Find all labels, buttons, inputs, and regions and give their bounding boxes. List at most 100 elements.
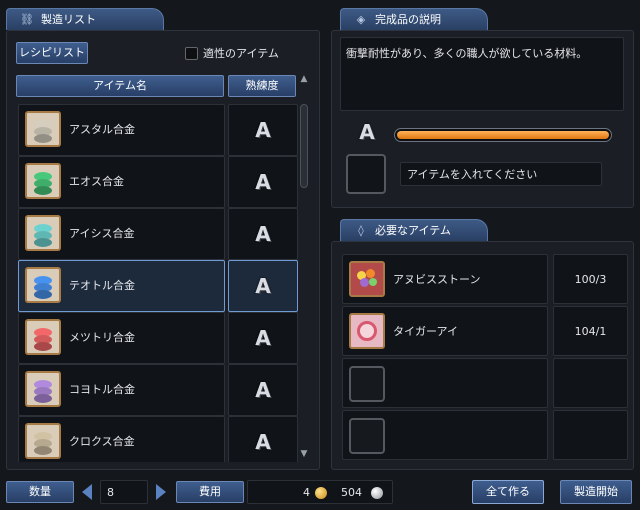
tab-recipe-list[interactable]: ⛓ 製造リスト [6, 8, 164, 30]
required-item-name-cell: アヌビスストーン [342, 254, 548, 304]
cost-display: 4 504 [247, 480, 393, 504]
required-item-name: アヌビスストーン [393, 273, 481, 286]
required-item-name-cell: タイガーアイ [342, 306, 548, 356]
quantity-label: 数量 [6, 481, 74, 503]
recipe-row[interactable]: メツトリ合金 A [18, 312, 298, 364]
recipe-name-cell[interactable]: アイシス合金 [18, 208, 225, 260]
description-text: 衝撃耐性があり、多くの職人が欲している材料。 [346, 47, 588, 60]
column-header-item-name[interactable]: アイテム名 [16, 75, 224, 97]
alloy-ingot-icon [25, 319, 61, 355]
recipe-proficiency-cell: A [228, 156, 298, 208]
alloy-ingot-icon [25, 111, 61, 147]
scroll-down-arrow[interactable]: ▼ [298, 448, 310, 460]
recipe-proficiency-cell: A [228, 260, 298, 312]
proficiency-gauge-fill [397, 131, 609, 139]
bag-icon: ◊ [358, 224, 364, 237]
suitable-items-checkbox[interactable] [185, 47, 198, 60]
recipe-name: アスタル合金 [69, 123, 135, 136]
proficiency-gauge [394, 128, 612, 142]
quantity-value: 8 [107, 486, 114, 499]
quantity-decrease-arrow[interactable] [80, 480, 94, 504]
required-item-name-cell [342, 358, 548, 408]
required-item-row [342, 410, 628, 460]
empty-item-slot[interactable] [349, 418, 385, 454]
recipe-row[interactable]: コヨトル合金 A [18, 364, 298, 416]
required-item-row: タイガーアイ 104/1 [342, 306, 628, 356]
proficiency-grade: A [255, 326, 271, 350]
description-box: 衝撃耐性があり、多くの職人が欲している材料。 [340, 37, 624, 111]
anubis-stone-icon [349, 261, 385, 297]
required-item-name: タイガーアイ [393, 325, 459, 338]
result-item-field: アイテムを入れてください [400, 162, 602, 186]
required-item-name-cell [342, 410, 548, 460]
proficiency-grade: A [255, 274, 271, 298]
quantity-input[interactable]: 8 [100, 480, 148, 504]
alloy-ingot-icon [25, 215, 61, 251]
cost-silver-value: 504 [341, 486, 362, 499]
start-production-button[interactable]: 製造開始 [560, 480, 632, 504]
recipe-name-cell[interactable]: テオトル合金 [18, 260, 225, 312]
suitable-items-label: 適性のアイテム [203, 47, 279, 60]
tab-product-description-label: 完成品の説明 [375, 13, 441, 26]
recipe-name: クロクス合金 [69, 435, 135, 448]
recipe-row[interactable]: テオトル合金 A [18, 260, 298, 312]
recipe-name: コヨトル合金 [69, 383, 135, 396]
tab-product-description: ◈ 完成品の説明 [340, 8, 488, 30]
cost-label: 費用 [176, 481, 244, 503]
recipe-name: アイシス合金 [69, 227, 135, 240]
make-all-button[interactable]: 全て作る [472, 480, 544, 504]
cost-gold-value: 4 [303, 486, 310, 499]
recipe-row[interactable]: エオス合金 A [18, 156, 298, 208]
recipe-name-cell[interactable]: アスタル合金 [18, 104, 225, 156]
proficiency-grade: A [255, 170, 271, 194]
recipe-name-cell[interactable]: コヨトル合金 [18, 364, 225, 416]
result-grade: A [359, 120, 375, 144]
link-icon: ⛓ [20, 13, 34, 26]
result-placeholder: アイテムを入れてください [407, 168, 538, 181]
proficiency-grade: A [255, 118, 271, 142]
alloy-ingot-icon [25, 423, 61, 459]
recipe-list: アスタル合金 A エオス合金 A アイシス合金 A テオトル合金 A メツトリ合金 A コヨトル合金… [18, 104, 298, 462]
recipe-proficiency-cell: A [228, 364, 298, 416]
required-item-count-cell: 100/3 [553, 254, 628, 304]
required-item-count-cell: 104/1 [553, 306, 628, 356]
recipe-name: エオス合金 [69, 175, 124, 188]
alloy-ingot-icon [25, 267, 61, 303]
recipe-name-cell[interactable]: エオス合金 [18, 156, 225, 208]
required-item-row [342, 358, 628, 408]
recipe-proficiency-cell: A [228, 416, 298, 462]
scrollbar-thumb[interactable] [300, 104, 308, 188]
quantity-increase-arrow[interactable] [154, 480, 168, 504]
tab-required-items: ◊ 必要なアイテム [340, 219, 488, 241]
required-items-list: アヌビスストーン 100/3 タイガーアイ 104/1 [342, 254, 628, 464]
recipe-proficiency-cell: A [228, 312, 298, 364]
result-item-slot[interactable] [346, 154, 386, 194]
gem-icon: ◈ [356, 13, 366, 26]
recipe-row[interactable]: アイシス合金 A [18, 208, 298, 260]
alloy-ingot-icon [25, 371, 61, 407]
recipe-name: メツトリ合金 [69, 331, 135, 344]
scroll-up-arrow[interactable]: ▲ [298, 73, 310, 85]
required-item-count-cell [553, 410, 628, 460]
recipe-list-button[interactable]: レシピリスト [16, 42, 88, 64]
recipe-row[interactable]: クロクス合金 A [18, 416, 298, 462]
tiger-eye-icon [349, 313, 385, 349]
empty-item-slot[interactable] [349, 366, 385, 402]
recipe-proficiency-cell: A [228, 208, 298, 260]
recipe-name: テオトル合金 [69, 279, 135, 292]
recipe-row[interactable]: アスタル合金 A [18, 104, 298, 156]
required-item-row: アヌビスストーン 100/3 [342, 254, 628, 304]
required-item-count-cell [553, 358, 628, 408]
alloy-ingot-icon [25, 163, 61, 199]
tab-recipe-list-label: 製造リスト [41, 13, 96, 26]
recipe-name-cell[interactable]: クロクス合金 [18, 416, 225, 462]
tab-required-items-label: 必要なアイテム [375, 224, 451, 237]
recipe-proficiency-cell: A [228, 104, 298, 156]
required-item-count: 104/1 [574, 325, 607, 338]
silver-coin-icon [371, 487, 383, 499]
column-header-proficiency[interactable]: 熟練度 [228, 75, 296, 97]
recipe-name-cell[interactable]: メツトリ合金 [18, 312, 225, 364]
proficiency-grade: A [255, 378, 271, 402]
required-item-count: 100/3 [574, 273, 607, 286]
proficiency-grade: A [255, 222, 271, 246]
